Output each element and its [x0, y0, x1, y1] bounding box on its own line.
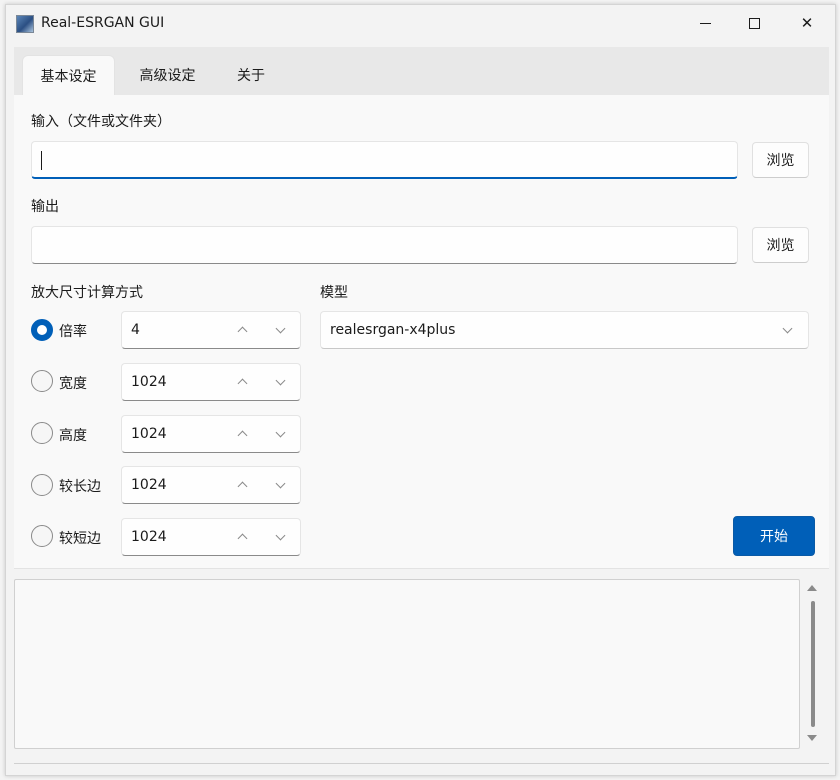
spinbox-value: 4 — [131, 322, 140, 338]
input-browse-button[interactable]: 浏览 — [752, 142, 809, 178]
basic-settings-panel: 输入（文件或文件夹） 浏览 输出 浏览 放大尺寸计算方式 倍率 4 宽度 102… — [14, 95, 829, 569]
window-title: Real-ESRGAN GUI — [41, 15, 165, 31]
radio-height[interactable] — [31, 422, 53, 444]
radio-shorter-side-label: 较短边 — [59, 531, 101, 547]
decrement-button[interactable] — [272, 427, 288, 443]
spinbox-value: 1024 — [131, 374, 167, 390]
output-browse-button[interactable]: 浏览 — [752, 227, 809, 263]
radio-width[interactable] — [31, 370, 53, 392]
chevron-down-icon — [275, 375, 286, 386]
radio-shorter-side[interactable] — [31, 525, 53, 547]
chevron-down-icon — [275, 530, 286, 541]
tab-label: 关于 — [237, 68, 265, 84]
decrement-button[interactable] — [272, 375, 288, 391]
increment-button[interactable] — [234, 375, 250, 391]
decrement-button[interactable] — [272, 323, 288, 339]
chevron-down-icon — [275, 323, 286, 334]
scroll-up-icon[interactable] — [807, 585, 817, 591]
spinbox-value: 1024 — [131, 426, 167, 442]
log-output[interactable] — [14, 579, 800, 749]
radio-longer-side-label: 较长边 — [59, 479, 101, 495]
increment-button[interactable] — [234, 530, 250, 546]
radio-longer-side[interactable] — [31, 474, 53, 496]
chevron-up-icon — [237, 430, 248, 441]
status-bar-divider — [14, 763, 829, 764]
minimize-button[interactable] — [679, 5, 731, 41]
scrollbar-thumb[interactable] — [811, 601, 815, 727]
close-button[interactable]: ✕ — [781, 5, 833, 41]
output-path-field[interactable] — [31, 226, 738, 264]
dropdown-button[interactable] — [779, 323, 795, 339]
radio-scale-factor[interactable] — [31, 319, 53, 341]
scale-factor-spinbox[interactable]: 4 — [121, 311, 301, 349]
radio-width-label: 宽度 — [59, 376, 87, 392]
model-select[interactable]: realesrgan-x4plus — [320, 311, 809, 349]
tab-label: 基本设定 — [40, 68, 97, 85]
increment-button[interactable] — [234, 427, 250, 443]
tab-basic-settings[interactable]: 基本设定 — [22, 55, 115, 95]
input-label: 输入（文件或文件夹） — [31, 114, 171, 130]
chevron-up-icon — [237, 326, 248, 337]
minimize-icon — [699, 22, 711, 24]
radio-scale-factor-label: 倍率 — [59, 324, 87, 340]
scroll-down-icon[interactable] — [807, 735, 817, 741]
shorter-side-spinbox[interactable]: 1024 — [121, 518, 301, 556]
spinbox-value: 1024 — [131, 529, 167, 545]
tab-bar: 基本设定 高级设定 关于 — [14, 47, 829, 95]
chevron-up-icon — [237, 378, 248, 389]
app-icon — [16, 15, 34, 33]
maximize-icon — [748, 17, 760, 29]
chevron-down-icon — [275, 478, 286, 489]
decrement-button[interactable] — [272, 530, 288, 546]
title-bar[interactable]: Real-ESRGAN GUI ✕ — [6, 5, 835, 43]
chevron-up-icon — [237, 481, 248, 492]
app-window: Real-ESRGAN GUI ✕ 基本设定 高级设定 关于 输入（文件或文件夹… — [5, 4, 836, 776]
text-caret — [41, 151, 42, 170]
scale-mode-label: 放大尺寸计算方式 — [31, 285, 143, 301]
increment-button[interactable] — [234, 323, 250, 339]
width-spinbox[interactable]: 1024 — [121, 363, 301, 401]
spinbox-value: 1024 — [131, 477, 167, 493]
decrement-button[interactable] — [272, 478, 288, 494]
log-scrollbar[interactable] — [802, 579, 822, 749]
tab-about[interactable]: 关于 — [221, 55, 281, 95]
chevron-down-icon — [782, 323, 793, 334]
close-icon: ✕ — [800, 14, 814, 32]
height-spinbox[interactable]: 1024 — [121, 415, 301, 453]
model-label: 模型 — [320, 285, 348, 301]
tab-label: 高级设定 — [139, 68, 196, 84]
chevron-up-icon — [237, 533, 248, 544]
longer-side-spinbox[interactable]: 1024 — [121, 466, 301, 504]
increment-button[interactable] — [234, 478, 250, 494]
model-selected-value: realesrgan-x4plus — [330, 322, 456, 338]
start-button[interactable]: 开始 — [733, 516, 815, 556]
output-label: 输出 — [31, 199, 59, 215]
tab-advanced-settings[interactable]: 高级设定 — [122, 55, 213, 95]
radio-height-label: 高度 — [59, 428, 87, 444]
maximize-button[interactable] — [728, 5, 780, 41]
input-path-field[interactable] — [31, 141, 738, 179]
chevron-down-icon — [275, 427, 286, 438]
